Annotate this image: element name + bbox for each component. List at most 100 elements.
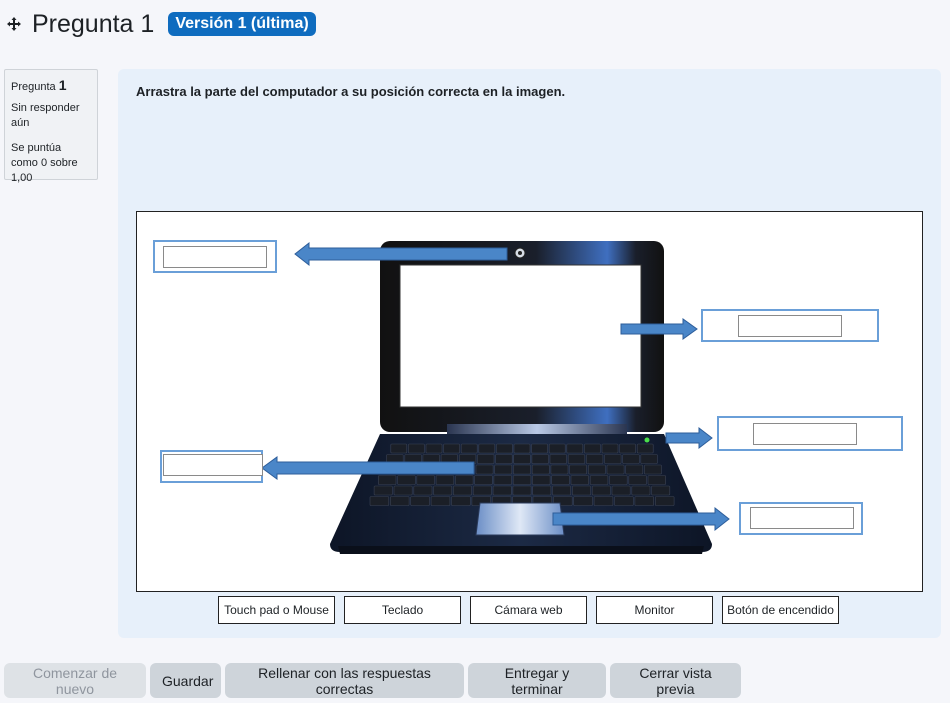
keyboard-key <box>513 464 531 475</box>
arrow-power <box>665 426 713 450</box>
keyboard-key <box>378 475 397 485</box>
keyboard-key <box>548 443 566 454</box>
keyboard-key <box>552 485 572 496</box>
keyboard-key <box>460 443 478 454</box>
drag-items-tray: Touch pad o Mouse Teclado Cámara web Mon… <box>218 596 839 624</box>
keyboard-key <box>651 485 671 496</box>
drop-zone-power-button[interactable] <box>717 416 903 451</box>
keyboard-key <box>572 485 591 496</box>
keyboard-key <box>614 496 634 506</box>
drop-zone-touchpad[interactable] <box>739 502 863 535</box>
keyboard-key <box>654 496 675 506</box>
keyboard-key <box>619 443 636 454</box>
keyboard-key <box>647 475 667 485</box>
keyboard-key <box>531 454 549 464</box>
laptop-hinge <box>447 424 627 434</box>
keyboard-key <box>531 443 548 454</box>
keyboard-key <box>393 485 413 496</box>
keyboard-key <box>631 485 651 496</box>
question-grade: Se puntúa como 0 sobre 1,00 <box>11 142 78 184</box>
keyboard-key <box>513 443 531 454</box>
drag-item-keyboard[interactable]: Teclado <box>344 596 461 624</box>
keyboard-key <box>413 485 433 496</box>
keyboard-key <box>609 475 628 485</box>
keyboard-key <box>410 496 430 506</box>
keyboard-key <box>512 485 532 496</box>
keyboard-key <box>478 443 496 454</box>
drag-item-monitor[interactable]: Monitor <box>596 596 713 624</box>
close-preview-button[interactable]: Cerrar vista previa <box>610 663 741 698</box>
keyboard-key <box>640 454 658 464</box>
keyboard-key <box>601 443 619 454</box>
drop-zone-webcam[interactable] <box>153 240 277 273</box>
version-badge: Versión 1 (última) <box>168 12 316 36</box>
keyboard-key <box>455 475 474 485</box>
keyboard-key <box>589 475 609 485</box>
question-prompt: Arrastra la parte del computador a su po… <box>136 84 566 99</box>
keyboard-key <box>390 496 410 506</box>
keyboard-key <box>496 443 513 454</box>
keyboard-key <box>569 464 588 475</box>
keyboard-key <box>625 464 644 475</box>
keyboard-key <box>587 464 606 475</box>
start-again-button[interactable]: Comenzar de nuevo <box>4 663 146 698</box>
keyboard-key <box>606 464 625 475</box>
keyboard-key <box>433 485 453 496</box>
keyboard-key <box>549 454 567 464</box>
keyboard-key <box>373 485 393 496</box>
laptop-screen <box>399 264 642 408</box>
keyboard-key <box>512 475 532 485</box>
keyboard-key <box>532 475 551 485</box>
keyboard-key <box>416 475 435 485</box>
drop-zone-keyboard[interactable] <box>160 450 263 483</box>
keyboard-key <box>451 496 471 506</box>
keyboard-key <box>390 443 408 454</box>
keyboard-key <box>636 443 654 454</box>
keyboard-key <box>551 475 570 485</box>
keyboard-key <box>493 475 512 485</box>
keyboard-key <box>532 485 552 496</box>
keyboard-key <box>494 464 513 475</box>
keyboard-key <box>570 475 590 485</box>
keyboard-key <box>604 454 622 464</box>
keyboard-key <box>593 496 614 506</box>
keyboard-key <box>567 454 586 464</box>
question-header: Pregunta 1 Versión 1 (última) <box>4 8 316 40</box>
page-title: Pregunta 1 <box>32 9 155 38</box>
keyboard-key <box>550 464 569 475</box>
keyboard-key <box>611 485 631 496</box>
keyboard-key <box>634 496 654 506</box>
drag-item-power-button[interactable]: Botón de encendido <box>722 596 839 624</box>
keyboard-key <box>573 496 593 506</box>
keyboard-key <box>369 496 390 506</box>
keyboard-key <box>408 443 425 454</box>
keyboard-key <box>585 454 604 464</box>
keyboard-key <box>435 475 455 485</box>
drag-item-webcam[interactable]: Cámara web <box>470 596 587 624</box>
question-number: Pregunta 1 <box>11 77 67 94</box>
keyboard-key <box>477 454 495 464</box>
keyboard-key <box>513 454 531 464</box>
keyboard-key <box>472 485 492 496</box>
drag-item-touchpad[interactable]: Touch pad o Mouse <box>218 596 335 624</box>
keyboard-key <box>531 464 550 475</box>
keyboard-key <box>644 464 662 475</box>
power-led-icon <box>644 437 650 443</box>
keyboard-key <box>492 485 512 496</box>
keyboard-key <box>495 454 513 464</box>
fill-correct-button[interactable]: Rellenar con las respuestas correctas <box>225 663 464 698</box>
drop-zone-monitor[interactable] <box>701 309 879 342</box>
keyboard-key <box>628 475 647 485</box>
submit-button[interactable]: Entregar y terminar <box>468 663 606 698</box>
keyboard-key <box>584 443 601 454</box>
move-icon[interactable] <box>4 14 24 34</box>
drop-image-canvas <box>136 211 923 592</box>
touchpad <box>475 502 565 536</box>
keyboard-key <box>566 443 584 454</box>
keyboard-key <box>622 454 640 464</box>
keyboard-key <box>443 443 460 454</box>
question-info-panel: Pregunta 1 Sin responder aún Se puntúa c… <box>4 69 98 184</box>
save-button[interactable]: Guardar <box>150 663 221 698</box>
question-content: Arrastra la parte del computador a su po… <box>118 69 941 638</box>
keyboard-key <box>591 485 611 496</box>
